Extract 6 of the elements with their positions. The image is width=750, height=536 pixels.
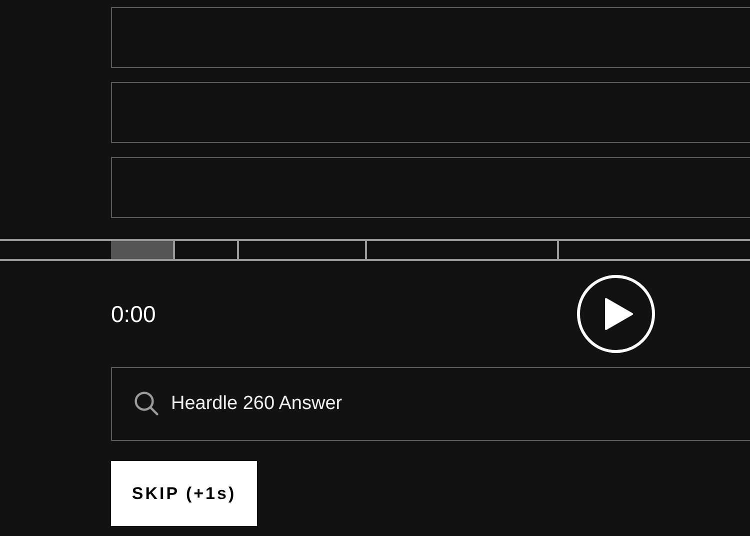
play-button[interactable]: [577, 275, 655, 353]
search-icon: [133, 390, 160, 417]
skip-button[interactable]: SKIP (+1s): [111, 461, 257, 526]
search-field[interactable]: Heardle 260 Answer: [111, 367, 750, 441]
play-icon: [604, 297, 634, 331]
time-label: 0:00: [111, 300, 157, 329]
